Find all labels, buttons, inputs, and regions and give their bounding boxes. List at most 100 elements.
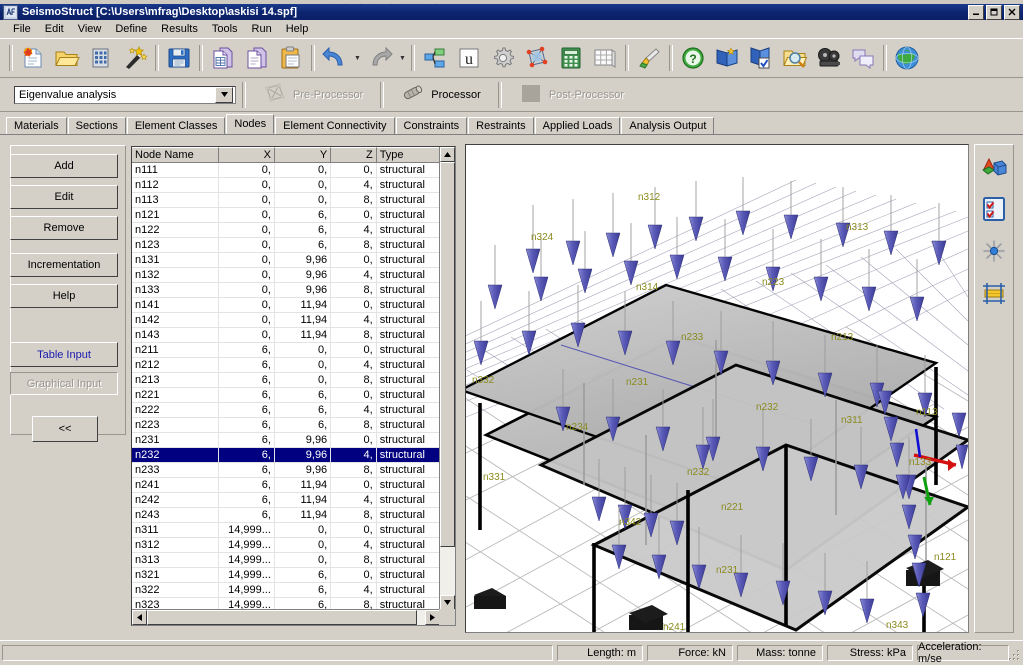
scroll-down-button[interactable] (440, 595, 455, 610)
tab-element-connectivity[interactable]: Element Connectivity (275, 117, 395, 134)
post-processor-button[interactable]: Post-Processor (508, 81, 635, 109)
wizard-wand-icon[interactable] (118, 41, 152, 75)
copy-page-icon[interactable] (240, 41, 274, 75)
table-row[interactable]: n133 0, 9,96 8, structural (132, 283, 440, 298)
table-input-button[interactable]: Table Input (10, 342, 118, 367)
table-vertical-scrollbar[interactable] (439, 147, 455, 610)
table-horizontal-scrollbar[interactable] (132, 609, 440, 625)
tab-nodes[interactable]: Nodes (226, 114, 275, 134)
open-folder-icon[interactable] (50, 41, 84, 75)
pre-processor-button[interactable]: Pre-Processor (252, 81, 374, 109)
resize-grip[interactable] (1007, 648, 1021, 662)
tab-restraints[interactable]: Restraints (468, 117, 534, 134)
table-row[interactable]: n221 6, 6, 0, structural (132, 388, 440, 403)
table-row[interactable]: n223 6, 6, 8, structural (132, 418, 440, 433)
help-question-icon[interactable]: ? (676, 41, 710, 75)
table-row[interactable]: n243 6, 11,94 8, structural (132, 508, 440, 523)
table-row[interactable]: n232 6, 9,96 4, structural (132, 448, 440, 463)
undo-dropdown-arrow[interactable]: ▼ (352, 41, 363, 75)
units-u-icon[interactable]: u (452, 41, 486, 75)
table-row[interactable]: n233 6, 9,96 8, structural (132, 463, 440, 478)
paint-brush-icon[interactable] (632, 41, 666, 75)
menu-file[interactable]: File (6, 21, 38, 37)
folder-search-icon[interactable] (778, 41, 812, 75)
model-viewport[interactable]: n312 n324 n313 n314 n223 n233 n213 n332 n231 n234… (465, 144, 969, 633)
tab-materials[interactable]: Materials (6, 117, 67, 134)
edit-button[interactable]: Edit (10, 185, 118, 209)
help-button[interactable]: Help (10, 284, 118, 308)
table-row[interactable]: n113 0, 0, 8, structural (132, 193, 440, 208)
collapse-panel-button[interactable]: << (32, 416, 98, 442)
table-row[interactable]: n241 6, 11,94 0, structural (132, 478, 440, 493)
node-molecule-icon[interactable] (520, 41, 554, 75)
video-reel-icon[interactable] (812, 41, 846, 75)
chevron-down-icon[interactable] (215, 86, 233, 103)
menu-run[interactable]: Run (245, 21, 279, 37)
undo-icon[interactable] (318, 41, 352, 75)
add-button[interactable]: Add (10, 154, 118, 178)
tab-element-classes[interactable]: Element Classes (126, 117, 226, 134)
paste-clipboard-icon[interactable] (274, 41, 308, 75)
maximize-button[interactable] (986, 4, 1002, 20)
close-button[interactable] (1004, 4, 1020, 20)
save-disk-icon[interactable] (162, 41, 196, 75)
scroll-up-button[interactable] (440, 147, 455, 162)
column-header-type[interactable]: Type (376, 147, 440, 163)
table-row[interactable]: n242 6, 11,94 4, structural (132, 493, 440, 508)
tab-constraints[interactable]: Constraints (395, 117, 468, 134)
menu-help[interactable]: Help (279, 21, 316, 37)
grid-table-icon[interactable] (588, 41, 622, 75)
column-header-x[interactable]: X (218, 147, 275, 163)
table-row[interactable]: n322 14,999... 6, 4, structural (132, 583, 440, 598)
gear-icon[interactable] (486, 41, 520, 75)
render-shapes-icon[interactable] (978, 151, 1010, 183)
column-header-z[interactable]: Z (331, 147, 377, 163)
table-row[interactable]: n321 14,999... 6, 0, structural (132, 568, 440, 583)
tab-sections[interactable]: Sections (67, 117, 126, 134)
table-row[interactable]: n143 0, 11,94 8, structural (132, 328, 440, 343)
table-row[interactable]: n311 14,999... 0, 0, structural (132, 523, 440, 538)
column-header-y[interactable]: Y (274, 147, 332, 163)
table-row[interactable]: n112 0, 0, 4, structural (132, 178, 440, 193)
calculator-icon[interactable] (554, 41, 588, 75)
globe-icon[interactable] (890, 41, 924, 75)
new-project-icon[interactable] (16, 41, 50, 75)
table-row[interactable]: n312 14,999... 0, 4, structural (132, 538, 440, 553)
incrementation-button[interactable]: Incrementation (10, 253, 118, 277)
column-header-node-name[interactable]: Node Name (132, 147, 219, 163)
menu-edit[interactable]: Edit (38, 21, 71, 37)
table-row[interactable]: n131 0, 9,96 0, structural (132, 253, 440, 268)
table-row[interactable]: n122 0, 6, 4, structural (132, 223, 440, 238)
table-row[interactable]: n213 6, 0, 8, structural (132, 373, 440, 388)
tab-analysis-output[interactable]: Analysis Output (621, 117, 715, 134)
table-row[interactable]: n211 6, 0, 0, structural (132, 343, 440, 358)
hscroll-thumb[interactable] (147, 610, 417, 625)
table-row[interactable]: n212 6, 0, 4, structural (132, 358, 440, 373)
node-star-icon[interactable] (978, 235, 1010, 267)
manual-book-icon[interactable] (710, 41, 744, 75)
menu-define[interactable]: Define (108, 21, 154, 37)
model-canvas[interactable]: n312 n324 n313 n314 n223 n233 n213 n332 n231 n234… (466, 145, 968, 632)
analysis-type-combo[interactable]: Eigenvalue analysis (14, 85, 236, 104)
building-icon[interactable] (84, 41, 118, 75)
menu-view[interactable]: View (71, 21, 109, 37)
table-row[interactable]: n313 14,999... 0, 8, structural (132, 553, 440, 568)
table-row[interactable]: n111 0, 0, 0, structural (132, 163, 440, 178)
table-row[interactable]: n132 0, 9,96 4, structural (132, 268, 440, 283)
table-row[interactable]: n222 6, 6, 4, structural (132, 403, 440, 418)
minimize-button[interactable] (968, 4, 984, 20)
table-row[interactable]: n141 0, 11,94 0, structural (132, 298, 440, 313)
flow-diagram-icon[interactable] (418, 41, 452, 75)
speech-bubbles-icon[interactable] (846, 41, 880, 75)
redo-icon[interactable] (363, 41, 397, 75)
redo-dropdown-arrow[interactable]: ▼ (397, 41, 408, 75)
checklist-icon[interactable] (978, 193, 1010, 225)
table-row[interactable]: n121 0, 6, 0, structural (132, 208, 440, 223)
tab-applied-loads[interactable]: Applied Loads (534, 117, 621, 134)
model-3d-scene[interactable]: n312 n324 n313 n314 n223 n233 n213 n332 n231 n234… (466, 145, 968, 632)
table-row[interactable]: n123 0, 6, 8, structural (132, 238, 440, 253)
scroll-right-button[interactable] (425, 610, 440, 625)
slab-beam-icon[interactable] (978, 277, 1010, 309)
scroll-left-button[interactable] (132, 610, 147, 625)
menu-tools[interactable]: Tools (205, 21, 245, 37)
